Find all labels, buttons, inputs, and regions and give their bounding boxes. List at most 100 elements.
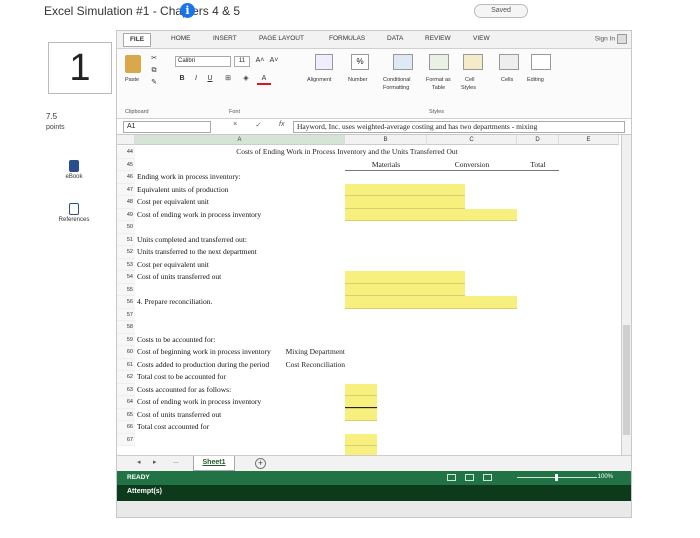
number-icon[interactable]: % — [351, 54, 369, 70]
cell-a[interactable]: Units transferred to the next department — [137, 246, 257, 259]
spreadsheet-grid[interactable]: A B C D E 44 45 46 Ending work in process i… — [117, 135, 631, 455]
select-all-corner[interactable] — [117, 135, 135, 145]
row-number[interactable]: 46 — [117, 171, 135, 184]
paste-label[interactable]: Paste — [125, 77, 139, 83]
cell-a[interactable]: Cost per equivalent unit — [137, 259, 209, 272]
sign-in-link[interactable]: Sign In — [595, 34, 627, 44]
row-number[interactable]: 45 — [117, 158, 135, 171]
cell-a[interactable]: Costs to be accounted for: — [137, 334, 215, 347]
cell-a[interactable]: Ending work in process inventory: — [137, 171, 241, 184]
column-header-b[interactable]: B — [345, 135, 427, 145]
row-number[interactable]: 56 — [117, 296, 135, 309]
row-number[interactable]: 61 — [117, 358, 135, 371]
conditional-label[interactable]: Conditional — [383, 77, 411, 83]
cell-a[interactable]: Cost of ending work in process inventory — [137, 396, 261, 409]
cell-a[interactable]: Cost of ending work in process inventory — [137, 209, 261, 222]
row-number[interactable]: 67 — [117, 433, 135, 446]
input-cell-b60[interactable] — [345, 383, 377, 396]
formula-input[interactable]: Hayword, Inc. uses weighted-average cost… — [293, 121, 625, 133]
add-sheet-button[interactable]: + — [255, 458, 266, 469]
tab-file[interactable]: FILE — [123, 33, 151, 47]
vertical-scroll-thumb[interactable] — [623, 325, 630, 435]
editing-icon[interactable] — [531, 54, 551, 70]
row-number[interactable]: 50 — [117, 221, 135, 234]
references-button[interactable]: References — [52, 203, 96, 223]
input-cell-b64[interactable] — [345, 433, 377, 446]
cell-label[interactable]: Cell — [465, 77, 474, 83]
cell-a[interactable]: Units completed and transferred out: — [137, 234, 247, 247]
row-number[interactable]: 53 — [117, 258, 135, 271]
zoom-level[interactable]: 100% — [598, 474, 613, 480]
zoom-slider-knob[interactable] — [555, 474, 558, 481]
tab-review[interactable]: REVIEW — [425, 35, 451, 42]
sheet-tab-sheet1[interactable]: Sheet1 — [193, 456, 235, 471]
cell-a[interactable]: Cost per equivalent unit — [137, 196, 209, 209]
sheet-next-arrow[interactable]: ▸ — [153, 458, 157, 466]
font-color-button[interactable]: A — [257, 73, 271, 85]
vertical-scrollbar[interactable] — [621, 135, 631, 455]
cut-icon[interactable]: ✂ — [147, 53, 161, 65]
fx-icon[interactable]: fx — [279, 121, 284, 128]
column-header-c[interactable]: C — [427, 135, 517, 145]
input-cell-b53[interactable] — [345, 283, 465, 296]
number-label[interactable]: Number — [348, 77, 368, 83]
row-number[interactable]: 55 — [117, 283, 135, 296]
page-layout-view-icon[interactable] — [465, 474, 474, 481]
cell-a[interactable]: Costs accounted for as follows: — [137, 384, 231, 397]
cell-a[interactable]: Total cost to be accounted for — [137, 371, 226, 384]
table-label[interactable]: Table — [432, 85, 445, 91]
row-number[interactable]: 62 — [117, 371, 135, 384]
input-cell-b52[interactable] — [345, 271, 465, 284]
fill-color-icon[interactable]: ◈ — [239, 73, 253, 85]
italic-button[interactable]: I — [189, 73, 203, 85]
shrink-font-button[interactable]: A˅ — [267, 55, 281, 67]
formatting-label[interactable]: Formatting — [383, 85, 409, 91]
row-number[interactable]: 54 — [117, 271, 135, 284]
tab-page-layout[interactable]: PAGE LAYOUT — [259, 35, 304, 42]
row-number[interactable]: 63 — [117, 383, 135, 396]
alignment-label[interactable]: Alignment — [307, 77, 331, 83]
row-number[interactable]: 60 — [117, 346, 135, 359]
sheet-prev-arrow[interactable]: ◂ — [137, 458, 141, 466]
input-cell-b62[interactable] — [345, 408, 377, 421]
alignment-icon[interactable] — [315, 54, 333, 70]
format-painter-icon[interactable]: ✎ — [147, 77, 161, 89]
input-cell-b49[interactable] — [345, 208, 517, 221]
column-header-d[interactable]: D — [517, 135, 559, 145]
format-as-table-icon[interactable] — [429, 54, 449, 70]
tab-insert[interactable]: INSERT — [213, 35, 237, 42]
info-icon[interactable]: i — [180, 3, 195, 18]
tab-home[interactable]: HOME — [171, 35, 191, 42]
conditional-formatting-icon[interactable] — [393, 54, 413, 70]
borders-icon[interactable]: ⊞ — [221, 73, 235, 85]
tab-data[interactable]: DATA — [387, 35, 403, 42]
row-number[interactable]: 57 — [117, 308, 135, 321]
grow-font-button[interactable]: A˄ — [253, 55, 267, 67]
input-cell-b48[interactable] — [345, 196, 465, 209]
format-as-label[interactable]: Format as — [426, 77, 451, 83]
sheet-more-ellipsis[interactable]: ... — [173, 458, 179, 465]
font-name-field[interactable]: Calibri — [175, 56, 231, 67]
row-number[interactable]: 65 — [117, 408, 135, 421]
row-number[interactable]: 66 — [117, 421, 135, 434]
font-size-field[interactable]: 11 — [234, 56, 250, 67]
column-header-a[interactable]: A — [135, 135, 345, 145]
column-header-e[interactable]: E — [559, 135, 619, 145]
cell-styles-label[interactable]: Styles — [461, 85, 476, 91]
cell-a[interactable]: 4. Prepare reconciliation. — [137, 296, 212, 309]
cell-a[interactable]: Total cost accounted for — [137, 421, 209, 434]
enter-icon[interactable]: ✓ — [255, 121, 261, 129]
tab-formulas[interactable]: FORMULAS — [329, 35, 365, 42]
input-cell-b47[interactable] — [345, 183, 465, 196]
bold-button[interactable]: B — [175, 73, 189, 85]
row-number[interactable]: 47 — [117, 183, 135, 196]
copy-icon[interactable]: ⧉ — [147, 65, 161, 77]
row-number[interactable]: 48 — [117, 196, 135, 209]
row-number[interactable]: 59 — [117, 333, 135, 346]
cell-styles-icon[interactable] — [463, 54, 483, 70]
input-cell-b54[interactable] — [345, 296, 517, 309]
tab-view[interactable]: VIEW — [473, 35, 490, 42]
cells-label[interactable]: Cells — [501, 77, 513, 83]
row-number[interactable]: 64 — [117, 396, 135, 409]
page-break-view-icon[interactable] — [483, 474, 492, 481]
